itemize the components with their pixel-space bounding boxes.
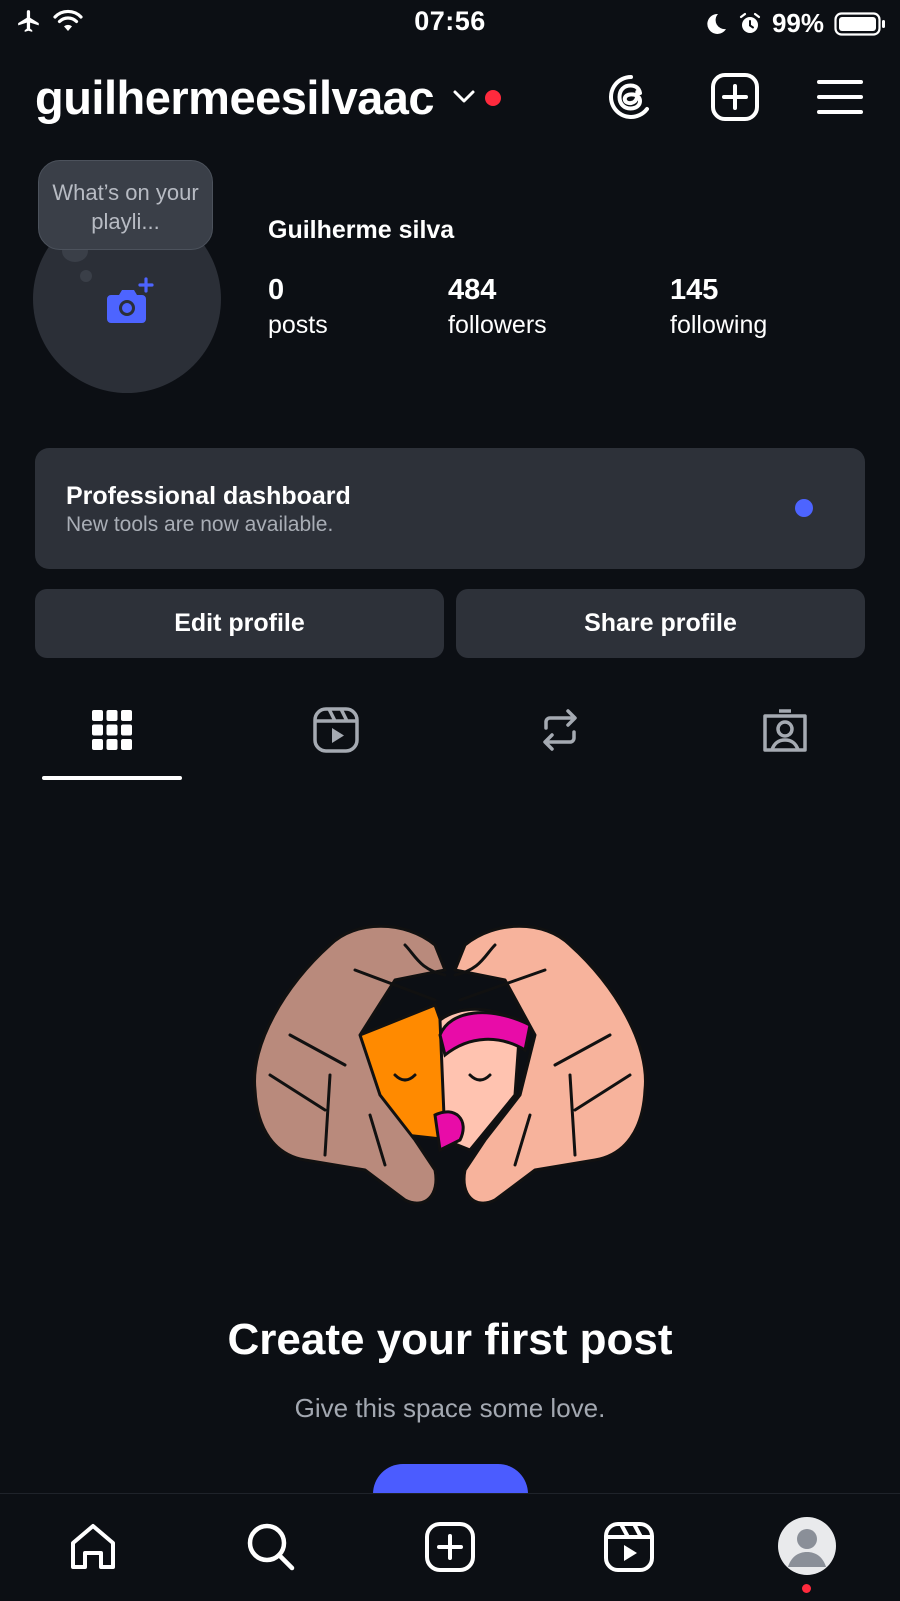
posts-count: 0 xyxy=(268,274,285,306)
followers-label: followers xyxy=(448,311,547,339)
dashboard-new-indicator xyxy=(795,499,813,517)
status-right-icons: 99% xyxy=(704,8,886,39)
heart-hands-illustration xyxy=(253,925,647,1205)
chevron-down-icon[interactable] xyxy=(452,88,476,106)
battery-icon xyxy=(834,11,885,36)
display-name: Guilherme silva xyxy=(268,216,455,244)
battery-percent: 99% xyxy=(771,8,824,38)
following-count: 145 xyxy=(670,274,719,306)
moon-icon xyxy=(707,13,726,34)
edit-profile-button[interactable]: Edit profile xyxy=(35,589,444,658)
new-post-icon[interactable] xyxy=(710,72,760,122)
dashboard-subtitle: New tools are now available. xyxy=(66,513,334,536)
dashboard-title: Professional dashboard xyxy=(66,482,351,510)
account-username[interactable]: guilhermeesilvaac xyxy=(35,70,435,125)
alarm-icon xyxy=(739,12,761,33)
active-tab-indicator xyxy=(42,776,182,780)
default-avatar-icon xyxy=(788,1529,826,1567)
reels-nav-icon[interactable] xyxy=(603,1521,655,1573)
profile-nav-avatar[interactable] xyxy=(778,1517,836,1575)
note-bubble-tail xyxy=(80,270,92,282)
add-photo-camera-icon[interactable] xyxy=(103,277,155,329)
reels-icon[interactable] xyxy=(312,706,360,754)
menu-icon[interactable] xyxy=(815,72,865,122)
reposts-icon[interactable] xyxy=(536,706,584,754)
grid-icon[interactable] xyxy=(88,706,136,754)
home-icon[interactable] xyxy=(67,1521,119,1573)
create-icon[interactable] xyxy=(424,1521,476,1573)
following-label: following xyxy=(670,311,768,339)
empty-state-subtitle: Give this space some love. xyxy=(294,1393,606,1423)
threads-icon[interactable] xyxy=(606,72,656,122)
share-profile-button[interactable]: Share profile xyxy=(456,589,865,658)
search-icon[interactable] xyxy=(245,1521,297,1573)
empty-state-title: Create your first post xyxy=(227,1315,673,1364)
followers-stat[interactable]: 484 followers xyxy=(448,274,547,340)
profile-notification-dot xyxy=(802,1584,811,1593)
notification-dot xyxy=(485,90,501,106)
tagged-icon[interactable] xyxy=(761,706,809,754)
posts-stat: 0 posts xyxy=(268,274,328,340)
posts-label: posts xyxy=(268,311,328,339)
following-stat[interactable]: 145 following xyxy=(670,274,767,340)
note-bubble[interactable]: What’s on your playli... xyxy=(38,160,213,250)
followers-count: 484 xyxy=(448,274,497,306)
